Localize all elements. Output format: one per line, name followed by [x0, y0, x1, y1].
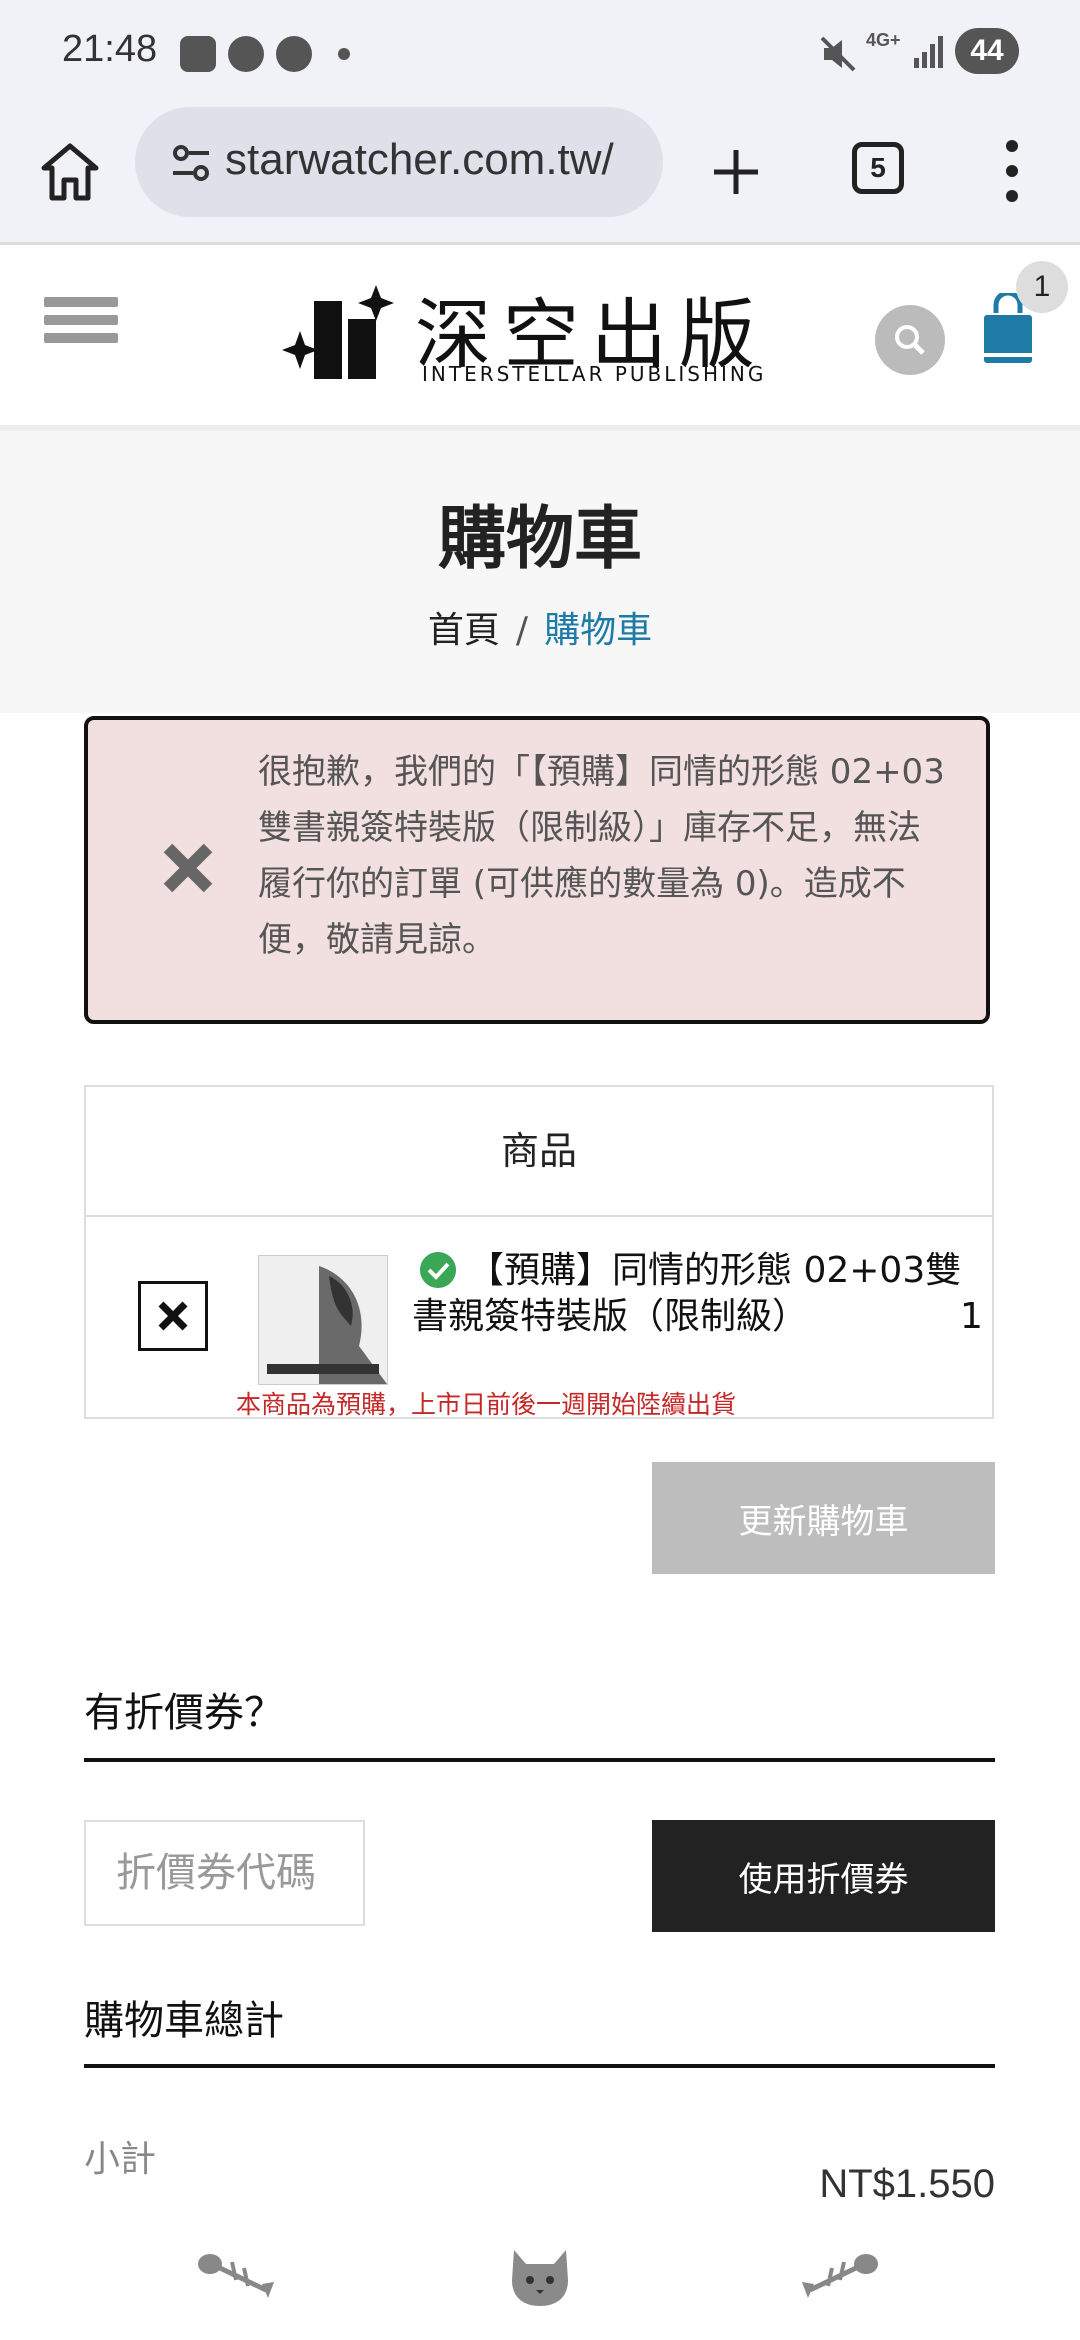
- network-type-label: 4G+: [866, 30, 901, 50]
- fish-bone-icon: [198, 2254, 274, 2298]
- breadcrumb-current[interactable]: 購物車: [544, 610, 652, 651]
- product-thumbnail[interactable]: [258, 1255, 388, 1385]
- coupon-heading: 有折價券？: [84, 1690, 284, 1736]
- fish-bone-icon: [802, 2254, 878, 2298]
- subtotal-value: NT$1.550: [819, 2162, 995, 2206]
- product-name-link[interactable]: 【預購】同情的形態 02+03雙書親簽特裝版（限制級）: [412, 1248, 982, 1340]
- status-time: 21:48: [62, 28, 158, 70]
- column-header-product: 商品: [86, 1087, 992, 1217]
- browser-toolbar: starwatcher.com.tw/ 5: [0, 100, 1080, 245]
- remove-item-button[interactable]: [138, 1281, 208, 1351]
- coupon-code-input[interactable]: [84, 1820, 365, 1926]
- product-quantity[interactable]: 1: [960, 1296, 983, 1337]
- coupon-divider: [84, 1758, 995, 1762]
- status-bar: 21:48 4G+ 44: [0, 0, 1080, 100]
- tab-switcher-button[interactable]: 5: [852, 142, 904, 194]
- preorder-note: 本商品為預購，上市日前後一週開始陸續出貨: [236, 1390, 737, 1419]
- error-x-icon: [163, 843, 213, 893]
- breadcrumb: 首頁 / 購物車: [0, 601, 1080, 653]
- book-cover-image: [259, 1256, 387, 1384]
- new-tab-plus-icon[interactable]: [708, 144, 764, 200]
- totals-divider: [84, 2064, 995, 2068]
- apply-coupon-button[interactable]: 使用折價券: [652, 1820, 995, 1932]
- search-icon: [895, 325, 925, 355]
- site-settings-icon[interactable]: [171, 143, 211, 183]
- logo-subtitle: INTERSTELLAR PUBLISHING: [422, 362, 767, 386]
- site-header: 深空出版 INTERSTELLAR PUBLISHING 1: [0, 245, 1080, 431]
- cart-count-badge: 1: [1016, 261, 1068, 313]
- stock-error-notice: 很抱歉，我們的「【預購】同情的形態 02+03雙書親簽特裝版（限制級）」庫存不足…: [84, 716, 990, 1024]
- browser-menu-icon[interactable]: [1000, 136, 1024, 206]
- notice-message: 很抱歉，我們的「【預購】同情的形態 02+03雙書親簽特裝版（限制級）」庫存不足…: [258, 752, 945, 960]
- line-app-icon: [228, 36, 264, 72]
- logo-mark-icon: [282, 285, 394, 379]
- url-text[interactable]: starwatcher.com.tw/: [225, 135, 650, 185]
- breadcrumb-separator: /: [515, 610, 529, 651]
- signal-icon: [914, 36, 943, 68]
- page-title-area: 購物車 首頁 / 購物車: [0, 431, 1080, 713]
- search-button[interactable]: [875, 305, 945, 375]
- address-bar[interactable]: starwatcher.com.tw/: [135, 107, 663, 217]
- battery-indicator: 44: [955, 28, 1019, 74]
- hamburger-menu-icon[interactable]: [44, 297, 118, 357]
- cart-totals-heading: 購物車總計: [84, 1998, 284, 2044]
- more-notifications-dot-icon: [338, 48, 350, 60]
- notes-app-icon: [180, 36, 216, 72]
- cat-face-icon: [512, 2250, 568, 2306]
- close-icon: [158, 1301, 188, 1331]
- mute-icon: [820, 36, 856, 72]
- page-title: 購物車: [437, 499, 642, 579]
- facebook-icon: [276, 36, 312, 72]
- home-icon[interactable]: [38, 140, 102, 204]
- breadcrumb-home-link[interactable]: 首頁: [428, 610, 500, 651]
- subtotal-label: 小計: [84, 2139, 157, 2180]
- update-cart-button[interactable]: 更新購物車: [652, 1462, 995, 1574]
